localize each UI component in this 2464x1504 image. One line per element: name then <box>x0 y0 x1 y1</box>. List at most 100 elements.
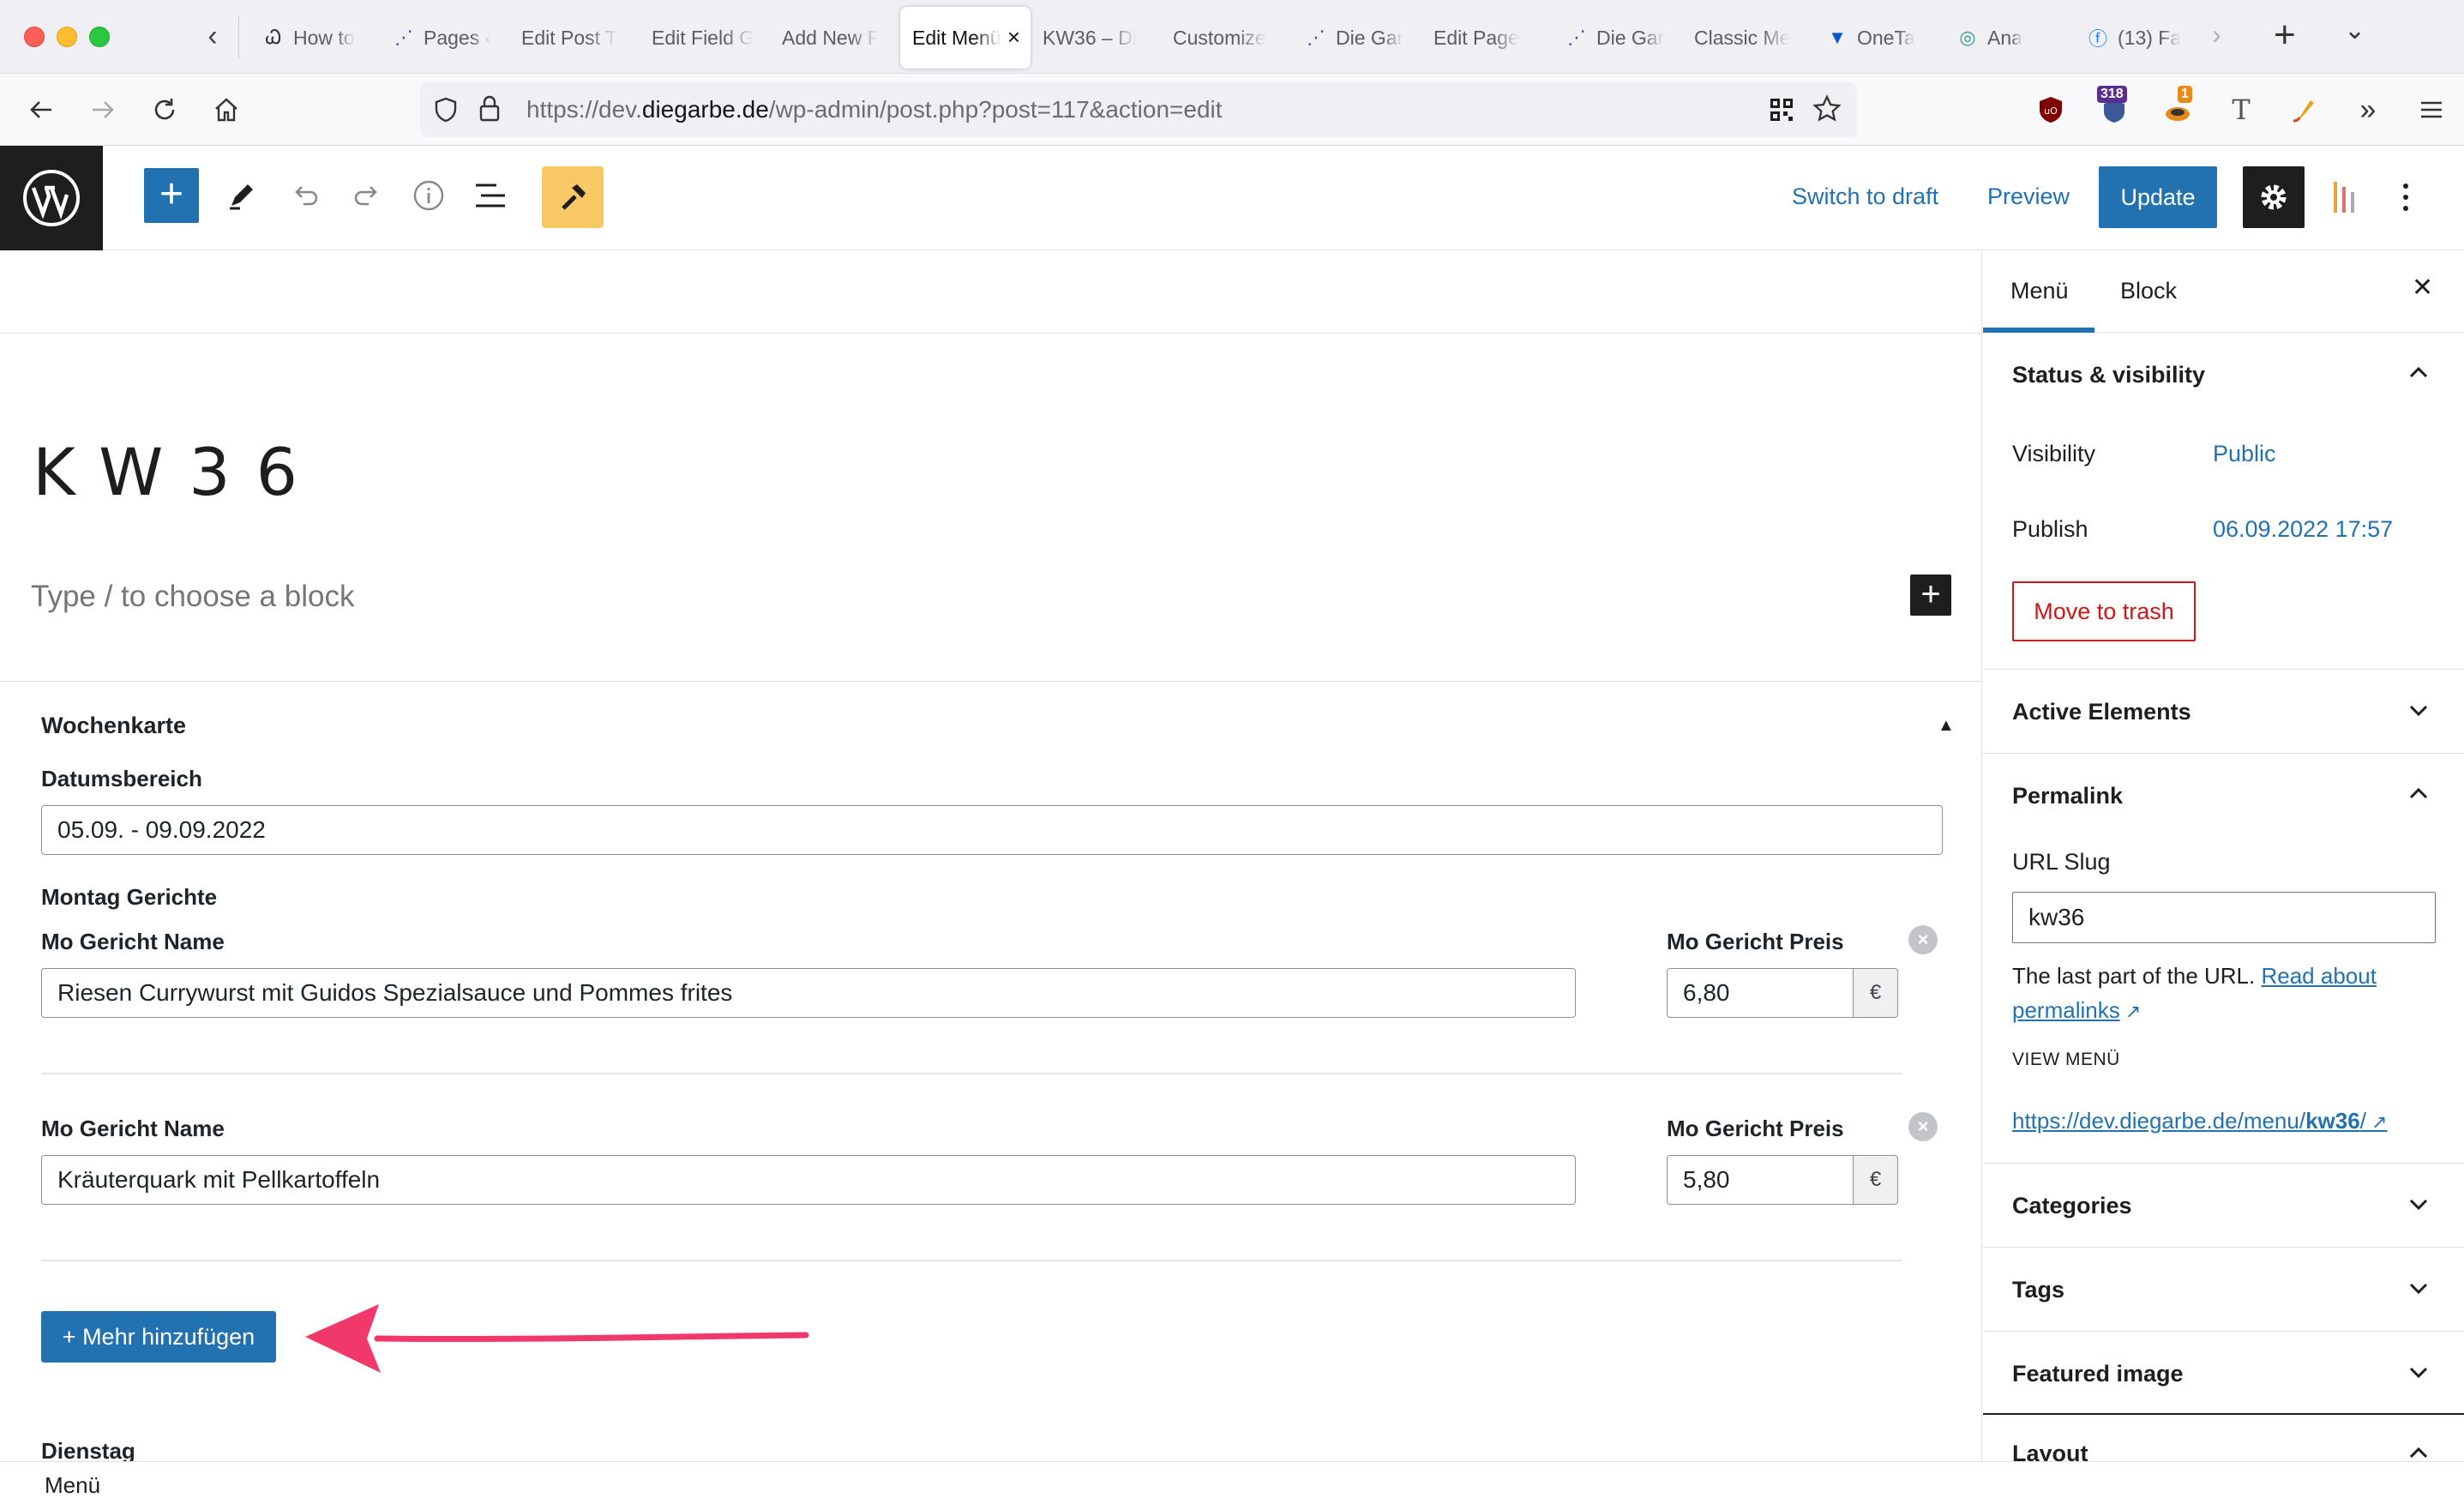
browser-tab-label: OneTa <box>1857 26 1915 49</box>
currency-append: € <box>1854 1155 1898 1205</box>
browser-tab-bar: ‹ Ꮗ How to ⋰ Pages ‹ Edit Post T Edit Field G… <box>0 0 2464 74</box>
dish-price-input[interactable]: 5,80 <box>1667 1155 1854 1205</box>
tags-panel[interactable]: Tags <box>1983 1247 2464 1329</box>
typewriter-t-icon[interactable]: T <box>2222 91 2260 129</box>
metabox-collapse-icon[interactable]: ▲ <box>1938 716 1955 736</box>
browser-tab[interactable]: KW36 – Di <box>1031 7 1161 69</box>
move-to-trash-button[interactable]: Move to trash <box>2012 581 2196 641</box>
tab-close-icon[interactable]: × <box>1007 24 1020 51</box>
update-button[interactable]: Update <box>2099 166 2217 228</box>
shield-icon[interactable] <box>432 96 460 123</box>
remove-row-icon[interactable]: × <box>1908 925 1938 954</box>
browser-tab[interactable]: ⋰ Pages ‹ <box>379 7 509 69</box>
browser-tab-label: Die Gar <box>1336 26 1404 49</box>
list-view-icon[interactable] <box>468 173 513 218</box>
browser-tab[interactable]: Edit Post T <box>509 7 640 69</box>
extension-badge-count: 318 <box>2097 86 2127 103</box>
categories-panel[interactable]: Categories <box>1983 1163 2464 1245</box>
plugin-bars-icon[interactable] <box>2329 177 2363 218</box>
settings-gear-icon[interactable] <box>2243 166 2305 228</box>
home-button[interactable] <box>207 91 245 129</box>
window-close-button[interactable] <box>24 27 45 47</box>
browser-tab-label: Pages ‹ <box>424 26 492 49</box>
lock-icon[interactable] <box>477 94 502 123</box>
editor-header: + Switch to draft Preview Update <box>0 146 2464 250</box>
publish-date-value[interactable]: 06.09.2022 17:57 <box>2213 516 2393 543</box>
url-domain: diegarbe.de <box>641 96 769 123</box>
chevron-up-icon <box>2409 1447 2428 1459</box>
featured-image-panel[interactable]: Featured image <box>1983 1331 2464 1413</box>
tab-scroll-left-icon[interactable]: ‹ <box>195 19 230 53</box>
reload-button[interactable] <box>146 91 183 129</box>
privacy-badger-icon[interactable]: 318 <box>2095 86 2133 129</box>
browser-tab[interactable]: Edit Page <box>1421 7 1552 69</box>
browser-tab[interactable]: Edit Menü × <box>900 7 1031 69</box>
dish-price-input[interactable]: 6,80 <box>1667 968 1854 1018</box>
browser-tab[interactable]: ◎ Ana <box>1943 7 2073 69</box>
permalink-panel[interactable]: Permalink <box>1983 753 2464 835</box>
window-zoom-button[interactable] <box>89 27 110 47</box>
dish-name-input[interactable]: Kräuterquark mit Pellkartoffeln <box>41 1155 1576 1205</box>
browser-tab[interactable]: Ꮗ How to <box>249 7 379 69</box>
redo-icon[interactable] <box>345 173 389 218</box>
url-slug-input[interactable]: kw36 <box>2012 892 2436 943</box>
analytics-icon: ◎ <box>1959 27 1976 48</box>
chevron-down-icon <box>2409 1367 2428 1379</box>
new-tab-button[interactable]: + <box>2274 14 2296 57</box>
add-row-button[interactable]: + Mehr hinzufügen <box>41 1311 276 1363</box>
tab-block[interactable]: Block <box>2120 278 2177 304</box>
dish-name-input[interactable]: Riesen Currywurst mit Guidos Spezialsauc… <box>41 968 1576 1018</box>
status-visibility-panel[interactable]: Status & visibility <box>1983 333 2464 415</box>
editor-canvas: KW36 Type / to choose a block + Wochenka… <box>0 250 1982 1461</box>
url-bar[interactable]: https://dev.diegarbe.de/wp-admin/post.ph… <box>420 82 1857 137</box>
window-minimize-button[interactable] <box>57 27 77 47</box>
tab-scroll-right-icon[interactable]: › <box>2212 19 2221 51</box>
wordpress-logo-icon[interactable] <box>0 146 103 250</box>
more-options-icon[interactable] <box>2392 175 2419 220</box>
info-icon[interactable] <box>406 173 451 218</box>
visibility-value[interactable]: Public <box>2213 441 2276 467</box>
browser-tab-label: Edit Menü <box>912 26 1001 49</box>
browser-tab[interactable]: Edit Field G <box>640 7 770 69</box>
chevron-up-icon <box>2409 787 2428 799</box>
tab-list-chevron-icon[interactable]: ⌄ <box>2344 15 2365 45</box>
browser-tab[interactable]: Add New F <box>770 7 900 69</box>
tab-menu[interactable]: Menü <box>2010 278 2069 304</box>
active-elements-panel[interactable]: Active Elements <box>1983 669 2464 751</box>
overflow-extensions-icon[interactable]: » <box>2349 91 2387 129</box>
layout-panel[interactable]: Layout <box>1983 1413 2464 1461</box>
preview-button[interactable]: Preview <box>1987 183 2070 210</box>
sidebar-tabs: Menü Block <box>1983 250 2464 333</box>
close-sidebar-icon[interactable]: ✕ <box>2412 273 2433 303</box>
date-range-input[interactable]: 05.09. - 09.09.2022 <box>41 805 1943 855</box>
bookmark-star-icon[interactable] <box>1812 94 1842 123</box>
forward-button[interactable] <box>84 91 122 129</box>
qr-code-icon[interactable] <box>1768 96 1795 123</box>
hamburger-menu-icon[interactable] <box>2413 91 2450 129</box>
block-placeholder[interactable]: Type / to choose a block <box>31 580 354 614</box>
brush-extension-icon[interactable] <box>2286 91 2323 129</box>
browser-tab[interactable]: ⋰ Die Gar <box>1291 7 1421 69</box>
view-url-base: https://dev.diegarbe.de/menu/ <box>2012 1108 2306 1134</box>
switch-to-draft-button[interactable]: Switch to draft <box>1792 183 1938 210</box>
honey-extension-icon[interactable]: 1 <box>2159 86 2197 129</box>
block-inserter-button[interactable]: + <box>144 168 199 223</box>
hammer-tool-icon[interactable] <box>542 166 604 228</box>
browser-tab[interactable]: Classic Me <box>1682 7 1812 69</box>
browser-tab[interactable]: Customize <box>1161 7 1291 69</box>
url-text: https://dev.diegarbe.de/wp-admin/post.ph… <box>526 96 1223 123</box>
back-button[interactable] <box>22 91 60 129</box>
browser-tab[interactable]: ⋰ Die Gar <box>1552 7 1682 69</box>
ublock-origin-icon[interactable]: uO <box>2032 91 2070 129</box>
edit-pencil-icon[interactable] <box>219 173 264 218</box>
chevron-down-icon <box>2409 705 2428 717</box>
breadcrumb[interactable]: Menü <box>45 1472 100 1499</box>
view-menu-link[interactable]: https://dev.diegarbe.de/menu/kw36/ ↗ <box>2012 1108 2387 1134</box>
add-block-button[interactable]: + <box>1910 575 1951 616</box>
post-title[interactable]: KW36 <box>33 434 323 510</box>
panel-title: Tags <box>2012 1277 2065 1302</box>
undo-icon[interactable] <box>283 173 328 218</box>
browser-tab[interactable]: ⓕ (13) Fa <box>2073 7 2203 69</box>
browser-tab[interactable]: ▼ OneTa <box>1812 7 1943 69</box>
remove-row-icon[interactable]: × <box>1908 1112 1938 1141</box>
